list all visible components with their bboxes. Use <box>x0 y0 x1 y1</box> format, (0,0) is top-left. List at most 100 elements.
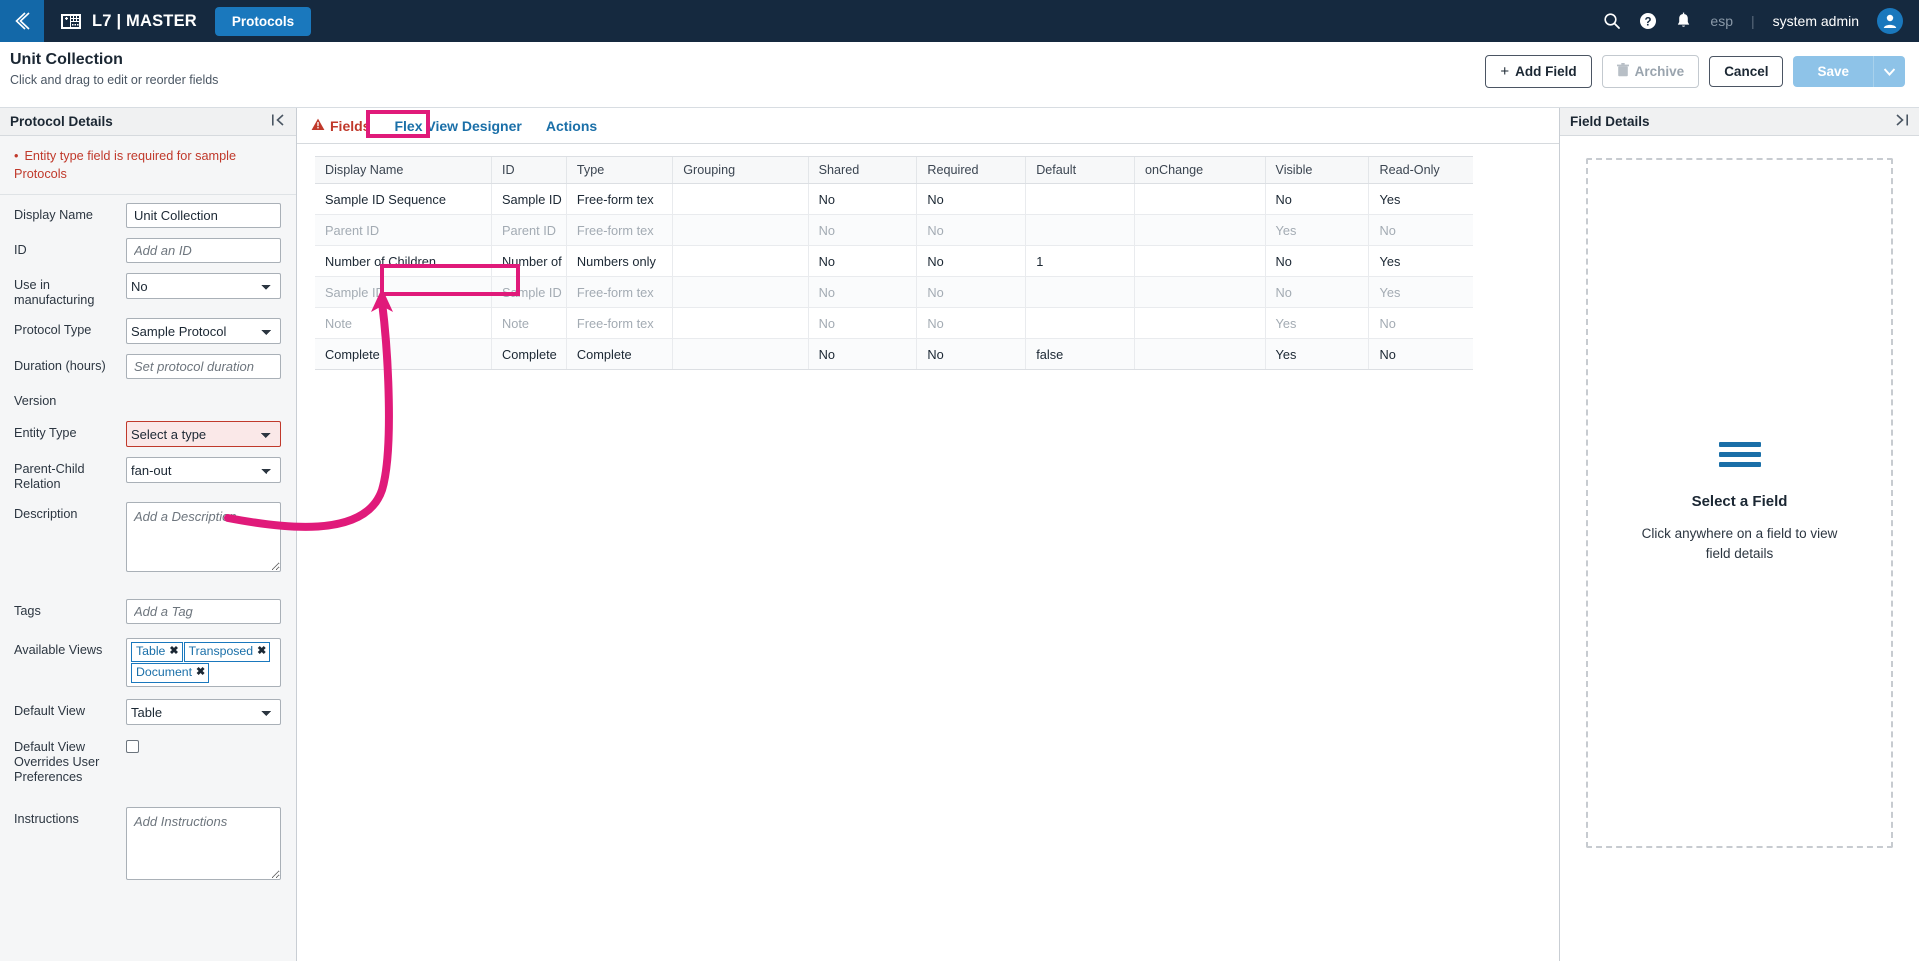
tab-actions[interactable]: Actions <box>546 118 597 134</box>
description-textarea[interactable] <box>126 502 281 572</box>
cell-grouping[interactable] <box>672 276 809 308</box>
cell-type[interactable]: Free-form tex <box>565 183 673 215</box>
cell-grouping[interactable] <box>672 183 809 215</box>
close-icon[interactable]: ✖ <box>169 644 178 659</box>
table-row[interactable]: Sample ID Sequence Sample ID Free-form t… <box>315 183 1473 215</box>
cell-shared[interactable]: No <box>807 214 917 246</box>
tab-fields[interactable]: Fields <box>311 118 370 134</box>
table-row[interactable]: Complete Complete Complete No No false Y… <box>315 338 1473 370</box>
cell-id[interactable]: Parent ID <box>490 214 567 246</box>
cell-required[interactable]: No <box>916 214 1026 246</box>
cell-readonly[interactable]: Yes <box>1368 183 1473 215</box>
cell-type[interactable]: Free-form tex <box>565 307 673 339</box>
cell-required[interactable]: No <box>916 307 1026 339</box>
tab-flex-view-designer[interactable]: Flex View Designer <box>394 118 521 134</box>
cell-shared[interactable]: No <box>807 183 917 215</box>
col-grouping[interactable]: Grouping <box>672 156 809 184</box>
cell-visible[interactable]: No <box>1264 245 1369 277</box>
col-onchange[interactable]: onChange <box>1133 156 1266 184</box>
cell-id[interactable]: Note <box>490 307 567 339</box>
duration-input[interactable] <box>126 354 281 379</box>
cancel-button[interactable]: Cancel <box>1709 56 1784 87</box>
user-name-label[interactable]: system admin <box>1773 13 1859 29</box>
cell-id[interactable]: Sample ID <box>490 183 567 215</box>
cell-onchange[interactable] <box>1133 338 1266 370</box>
cell-readonly[interactable]: No <box>1368 338 1473 370</box>
close-icon[interactable]: ✖ <box>257 644 266 659</box>
back-button[interactable] <box>0 0 44 42</box>
close-icon[interactable]: ✖ <box>196 665 205 680</box>
cell-onchange[interactable] <box>1133 245 1266 277</box>
nav-protocols-button[interactable]: Protocols <box>214 6 312 36</box>
view-chip[interactable]: Document ✖ <box>131 663 210 683</box>
cell-grouping[interactable] <box>672 338 809 370</box>
default-view-select[interactable]: Table <box>126 699 281 725</box>
view-chip[interactable]: Table ✖ <box>131 642 183 662</box>
archive-button[interactable]: Archive <box>1601 55 1700 88</box>
cell-required[interactable]: No <box>916 276 1026 308</box>
cell-default[interactable] <box>1025 214 1135 246</box>
collapse-right-icon[interactable] <box>1894 113 1909 130</box>
cell-shared[interactable]: No <box>807 338 917 370</box>
col-required[interactable]: Required <box>916 156 1026 184</box>
cell-required[interactable]: No <box>916 245 1026 277</box>
table-row[interactable]: Note Note Free-form tex No No Yes No <box>315 307 1473 339</box>
cell-grouping[interactable] <box>672 307 809 339</box>
cell-readonly[interactable]: No <box>1368 214 1473 246</box>
table-row[interactable]: Parent ID Parent ID Free-form tex No No … <box>315 214 1473 246</box>
cell-default[interactable]: 1 <box>1025 245 1135 277</box>
add-field-button[interactable]: + Add Field <box>1485 55 1592 88</box>
col-visible[interactable]: Visible <box>1264 156 1369 184</box>
cell-readonly[interactable]: Yes <box>1368 245 1473 277</box>
cell-display-name[interactable]: Parent ID <box>315 214 492 246</box>
cell-display-name[interactable]: Complete <box>315 338 492 370</box>
cell-id[interactable]: Complete <box>490 338 567 370</box>
cell-visible[interactable]: No <box>1264 183 1369 215</box>
instructions-textarea[interactable] <box>126 807 281 880</box>
cell-default[interactable] <box>1025 307 1135 339</box>
cell-display-name[interactable]: Number of Children <box>315 245 492 277</box>
cell-readonly[interactable]: Yes <box>1368 276 1473 308</box>
col-id[interactable]: ID <box>490 156 567 184</box>
collapse-left-icon[interactable] <box>271 113 286 130</box>
cell-onchange[interactable] <box>1133 183 1266 215</box>
cell-shared[interactable]: No <box>807 307 917 339</box>
cell-type[interactable]: Complete <box>565 338 673 370</box>
cell-required[interactable]: No <box>916 183 1026 215</box>
cell-display-name[interactable]: Sample ID Sequence <box>315 183 492 215</box>
col-display-name[interactable]: Display Name <box>315 156 492 184</box>
cell-visible[interactable]: No <box>1264 276 1369 308</box>
search-icon[interactable] <box>1603 12 1621 30</box>
cell-type[interactable]: Numbers only <box>565 245 673 277</box>
table-row[interactable]: Sample ID Sample ID Free-form tex No No … <box>315 276 1473 308</box>
entity-type-select[interactable]: Select a type <box>126 421 281 447</box>
language-selector[interactable]: esp <box>1710 13 1733 29</box>
col-shared[interactable]: Shared <box>807 156 917 184</box>
col-readonly[interactable]: Read-Only <box>1368 156 1473 184</box>
tags-input[interactable] <box>126 599 281 624</box>
cell-shared[interactable]: No <box>807 245 917 277</box>
col-type[interactable]: Type <box>565 156 673 184</box>
help-icon[interactable]: ? <box>1639 12 1657 30</box>
id-input[interactable] <box>126 238 281 263</box>
protocol-type-select[interactable]: Sample Protocol <box>126 318 281 344</box>
save-dropdown-button[interactable] <box>1873 56 1905 87</box>
cell-grouping[interactable] <box>672 214 809 246</box>
cell-visible[interactable]: Yes <box>1264 214 1369 246</box>
cell-visible[interactable]: Yes <box>1264 338 1369 370</box>
available-views-chipbox[interactable]: Table ✖ Transposed ✖ Document ✖ <box>126 638 281 687</box>
save-button[interactable]: Save <box>1793 56 1873 87</box>
view-chip[interactable]: Transposed ✖ <box>183 642 271 662</box>
use-in-manufacturing-select[interactable]: No <box>126 273 281 299</box>
user-avatar-icon[interactable] <box>1877 8 1903 34</box>
cell-onchange[interactable] <box>1133 276 1266 308</box>
parent-child-relation-select[interactable]: fan-out <box>126 457 281 483</box>
display-name-input[interactable] <box>126 203 281 228</box>
default-view-overrides-checkbox[interactable] <box>126 740 139 753</box>
cell-shared[interactable]: No <box>807 276 917 308</box>
table-row[interactable]: Number of Children Number of Numbers onl… <box>315 245 1473 277</box>
col-default[interactable]: Default <box>1025 156 1135 184</box>
cell-readonly[interactable]: No <box>1368 307 1473 339</box>
cell-id[interactable]: Sample ID <box>490 276 567 308</box>
cell-id[interactable]: Number of <box>490 245 567 277</box>
